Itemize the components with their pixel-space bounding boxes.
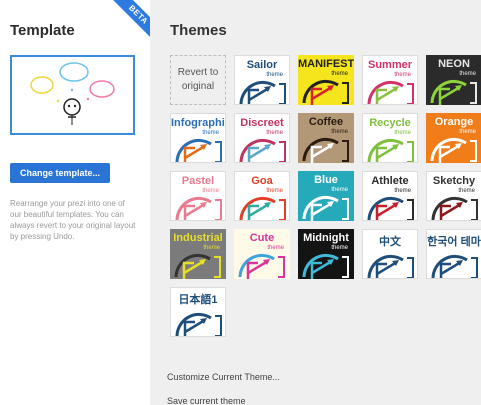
beta-badge: BETA (112, 0, 150, 38)
template-panel: Template BETA Change template... Rearran… (0, 0, 150, 405)
theme-tile[interactable]: Blue theme (298, 171, 354, 221)
theme-tile[interactable]: Discreet theme (234, 113, 290, 163)
theme-tile[interactable]: Cute theme (234, 229, 290, 279)
theme-subtitle: theme (266, 188, 283, 194)
theme-tile[interactable]: Athlete theme (362, 171, 418, 221)
theme-subtitle: theme (394, 130, 411, 136)
theme-name: 한국어 테마 (427, 236, 481, 248)
theme-tile[interactable]: Midnight theme (298, 229, 354, 279)
save-theme-link[interactable]: Save current theme (167, 396, 246, 405)
theme-subtitle: theme (331, 129, 348, 135)
theme-subtitle: theme (267, 245, 284, 251)
theme-subtitle: theme (203, 245, 220, 251)
theme-tile[interactable]: Summer theme (362, 55, 418, 105)
theme-name: Pastel (181, 175, 215, 187)
theme-name: Cute (249, 232, 275, 244)
theme-name: Goa (251, 175, 273, 187)
change-template-button[interactable]: Change template... (10, 163, 110, 183)
theme-name: Infographic (171, 117, 226, 129)
theme-subtitle: theme (459, 71, 476, 77)
theme-name: Athlete (371, 175, 409, 187)
theme-subtitle: theme (331, 71, 348, 77)
theme-tile[interactable]: 한국어 테마 (426, 229, 481, 279)
theme-subtitle: theme (458, 188, 475, 194)
theme-subtitle: theme (394, 72, 411, 78)
theme-name: Sketchy (432, 175, 476, 187)
template-thumbnail-illustration (30, 62, 115, 125)
theme-name: Summer (367, 59, 413, 71)
customize-theme-link[interactable]: Customize Current Theme... (167, 372, 280, 382)
theme-tile[interactable]: 中文 (362, 229, 418, 279)
theme-tile[interactable]: MANIFESTOtheme (298, 55, 354, 105)
theme-name: NEON (438, 58, 470, 70)
theme-name: Sailor (246, 59, 278, 71)
theme-name: Midnight (303, 232, 349, 244)
template-title: Template (10, 22, 75, 39)
themes-panel: Themes Revert to original Sailor theme MAN… (150, 0, 481, 405)
template-description: Rearrange your prezi into one of our bea… (10, 199, 136, 241)
themes-title: Themes (170, 22, 227, 39)
theme-tile[interactable]: Sailor theme (234, 55, 290, 105)
prezi-theme-dialog: Template BETA Change template... Rearran… (0, 0, 481, 405)
revert-to-original-button[interactable]: Revert to original (170, 55, 226, 105)
theme-tile[interactable]: Goa theme (234, 171, 290, 221)
theme-subtitle: theme (459, 129, 476, 135)
theme-name: Discreet (240, 117, 284, 129)
theme-subtitle: theme (266, 130, 283, 136)
theme-tile[interactable]: Recycle theme (362, 113, 418, 163)
beta-label: BETA (112, 0, 150, 38)
theme-name: Orange (434, 116, 474, 128)
theme-subtitle: theme (202, 130, 219, 136)
theme-subtitle: theme (202, 188, 219, 194)
theme-subtitle: theme (266, 72, 283, 78)
theme-tile[interactable]: Sketchy theme (426, 171, 481, 221)
theme-name: Industrial (173, 232, 223, 244)
theme-name: MANIFESTO (298, 58, 354, 70)
theme-name: Recycle (369, 117, 411, 129)
theme-tile[interactable]: 日本語1 (170, 287, 226, 337)
theme-tile[interactable]: Industrial theme (170, 229, 226, 279)
theme-tile[interactable]: Infographic theme (170, 113, 226, 163)
theme-tile[interactable]: NEON theme (426, 55, 481, 105)
theme-tile[interactable]: Orange theme (426, 113, 481, 163)
theme-subtitle: theme (394, 188, 411, 194)
theme-tile[interactable]: Pastel theme (170, 171, 226, 221)
theme-subtitle: theme (331, 245, 348, 251)
template-preview[interactable] (10, 55, 135, 135)
theme-name: 中文 (379, 236, 401, 248)
theme-name: Blue (314, 174, 338, 186)
theme-name: Coffee (308, 116, 344, 128)
theme-subtitle: theme (331, 187, 348, 193)
theme-name: 日本語1 (178, 294, 218, 306)
theme-tile[interactable]: Coffee theme (298, 113, 354, 163)
